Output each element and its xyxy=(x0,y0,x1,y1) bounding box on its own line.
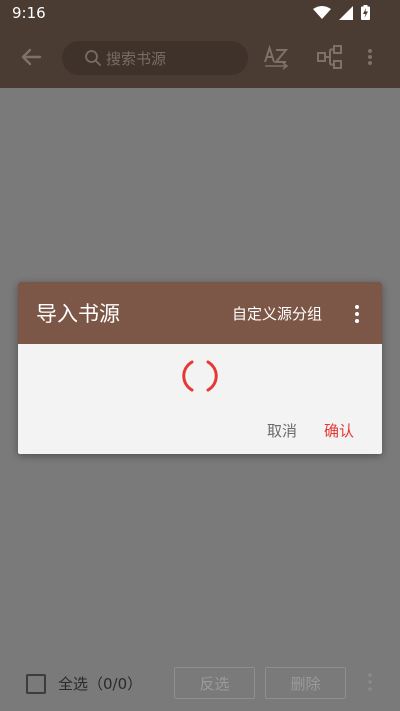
search-placeholder: 搜索书源 xyxy=(106,49,167,68)
select-all-checkbox[interactable] xyxy=(26,674,46,694)
more-vertical-icon[interactable] xyxy=(362,670,378,694)
confirm-button[interactable]: 确认 xyxy=(324,420,354,441)
bottom-action-bar: 全选（0/0） 反选 删除 xyxy=(0,656,400,711)
invert-selection-button[interactable]: 反选 xyxy=(174,667,255,699)
dialog-header: 导入书源 自定义源分组 xyxy=(18,282,382,344)
status-bar: 9:16 xyxy=(0,0,400,26)
signal-icon xyxy=(339,5,353,20)
cancel-button[interactable]: 取消 xyxy=(267,420,297,441)
sort-az-icon[interactable] xyxy=(261,42,291,72)
dialog-title: 导入书源 xyxy=(36,302,120,326)
back-arrow-icon[interactable] xyxy=(16,42,46,72)
search-icon xyxy=(85,50,101,66)
battery-charging-icon xyxy=(361,5,370,20)
more-vertical-icon[interactable] xyxy=(362,42,378,72)
wifi-icon xyxy=(313,5,331,19)
status-icons xyxy=(313,5,370,20)
select-all-label[interactable]: 全选（0/0） xyxy=(58,673,142,694)
group-structure-icon[interactable] xyxy=(315,42,345,72)
more-vertical-icon[interactable] xyxy=(349,302,365,326)
search-box[interactable]: 搜索书源 xyxy=(62,41,248,75)
status-time: 9:16 xyxy=(12,4,46,22)
import-source-dialog: 导入书源 自定义源分组 取消 确认 xyxy=(18,282,382,454)
delete-button[interactable]: 删除 xyxy=(265,667,346,699)
loading-spinner-icon xyxy=(182,360,218,392)
top-toolbar: 搜索书源 xyxy=(0,26,400,88)
custom-group-button[interactable]: 自定义源分组 xyxy=(232,303,322,324)
